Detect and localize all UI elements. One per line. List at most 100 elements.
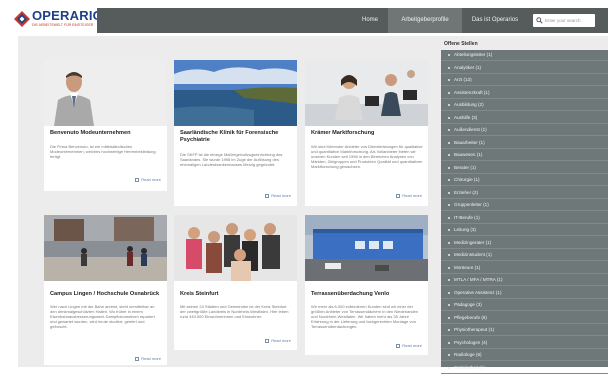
bullet-icon — [448, 129, 450, 131]
employer-card[interactable]: Terrassenüberdachung Venlo Wir mehr als … — [305, 215, 428, 355]
bullet-icon — [448, 104, 450, 106]
document-icon — [135, 177, 140, 182]
job-category-item[interactable]: Leitung (3) — [441, 225, 608, 236]
bullet-icon — [448, 216, 450, 219]
job-category-item[interactable]: Bauarbeiter (1) — [441, 138, 608, 149]
lake-landscape-image — [174, 60, 297, 126]
nav-arbeitgeberprofile[interactable]: Arbeitgeberprofile — [388, 8, 462, 33]
blue-building-image — [305, 215, 428, 281]
job-category-label: Monteure (1) — [454, 264, 481, 270]
open-positions-sidebar: Offene Stellen Abteilungsleiter (1) Analy… — [441, 36, 608, 374]
search-box[interactable] — [533, 14, 595, 27]
bullet-icon — [448, 229, 450, 231]
employer-card[interactable]: Benvenuto Modeunternehmen Die Firma Benv… — [44, 60, 167, 191]
employer-card[interactable]: Campus Lingen / Hochschule Osnabrück Wer… — [44, 215, 167, 365]
logo-diamond-icon — [14, 11, 30, 27]
card-title[interactable]: Kreis Steinfurt — [180, 291, 292, 298]
job-category-item[interactable]: Pädagoge (3) — [441, 300, 608, 311]
job-category-item[interactable]: Operative Assistenz (1) — [441, 288, 608, 299]
document-icon — [396, 343, 401, 348]
card-description: Mit seinen 24 Städten und Gemeinden ist … — [180, 304, 289, 319]
read-more-link[interactable]: Read more — [265, 193, 291, 198]
card-title[interactable]: Krämer Marktforschung — [311, 130, 423, 137]
logo-subtitle: DIE ARBEITSWELT FÜR EINSTEIGER — [32, 23, 94, 27]
job-category-label: Medizinstudent (1) — [454, 252, 492, 257]
job-category-label: Psychologen (4) — [454, 339, 488, 345]
job-category-item[interactable]: Pflegeberufe (6) — [441, 313, 608, 324]
read-more-link[interactable]: Read more — [396, 343, 422, 348]
job-category-label: Analytiker (1) — [454, 64, 482, 70]
job-category-item[interactable]: MTLA / MFA / MTRA (1) — [441, 275, 608, 286]
bullet-icon — [448, 116, 450, 119]
job-category-label: Ausbildung (2) — [454, 102, 484, 107]
job-category-item[interactable]: Medizinstudent (1) — [441, 250, 608, 261]
portrait-man-image — [44, 60, 167, 126]
job-category-label: Chirurgie (1) — [454, 177, 480, 182]
card-description: Die SKFP ist die einzige Maßregelvollzug… — [180, 152, 283, 167]
bullet-icon — [448, 341, 450, 344]
job-category-item[interactable]: Physiotherapeut (1) — [441, 325, 608, 336]
job-category-label: Aushilfe (3) — [454, 114, 478, 120]
job-category-item[interactable]: Sozialarbeit (1) — [441, 363, 608, 374]
card-title[interactable]: Saarländische Klinik für Forensische Psy… — [180, 130, 292, 144]
employer-card[interactable]: Kreis Steinfurt Mit seinen 24 Städten un… — [174, 215, 297, 350]
job-category-item[interactable]: Chirurgie (1) — [441, 175, 608, 186]
job-category-item[interactable]: Radiologe (6) — [441, 350, 608, 361]
bullet-icon — [448, 279, 450, 281]
read-more-link[interactable]: Read more — [135, 356, 161, 361]
bullet-icon — [448, 241, 450, 244]
document-icon — [396, 193, 401, 198]
job-category-item[interactable]: Gruppenleiter (1) — [441, 200, 608, 211]
job-category-item[interactable]: Bauwesen (1) — [441, 150, 608, 161]
document-icon — [265, 338, 270, 343]
bullet-icon — [448, 254, 450, 256]
search-input[interactable] — [545, 15, 593, 26]
job-category-label: Physiotherapeut (1) — [454, 327, 495, 332]
card-title[interactable]: Terrassenüberdachung Venlo — [311, 291, 423, 298]
campus-square-image — [44, 215, 167, 281]
search-icon — [536, 17, 543, 24]
job-category-item[interactable]: Monteure (1) — [441, 263, 608, 274]
job-category-item[interactable]: Arzt (13) — [441, 75, 608, 86]
job-category-item[interactable]: Medizingerater (1) — [441, 238, 608, 249]
job-category-item[interactable]: Außendienst (1) — [441, 125, 608, 136]
nav-das-ist-operarios[interactable]: Das ist Operarios — [462, 8, 528, 33]
job-category-item[interactable]: Berater (1) — [441, 163, 608, 174]
card-title[interactable]: Campus Lingen / Hochschule Osnabrück — [50, 291, 162, 298]
job-category-item[interactable]: Ausbildung (2) — [441, 100, 608, 111]
job-category-label: Außendienst (1) — [454, 127, 487, 132]
job-category-item[interactable]: Psychologen (4) — [441, 338, 608, 349]
job-category-label: Berater (1) — [454, 164, 476, 170]
job-category-label: Medizingerater (1) — [454, 239, 492, 245]
job-category-item[interactable]: Assistenzkraft (1) — [441, 88, 608, 99]
card-title[interactable]: Benvenuto Modeunternehmen — [50, 130, 162, 137]
bullet-icon — [448, 266, 450, 269]
job-category-item[interactable]: Analytiker (1) — [441, 63, 608, 74]
job-category-label: Bauarbeiter (1) — [454, 139, 485, 145]
bullet-icon — [448, 141, 450, 144]
employer-card[interactable]: Saarländische Klinik für Forensische Psy… — [174, 60, 297, 206]
job-category-label: Gruppenleiter (1) — [454, 202, 489, 207]
card-image-building — [305, 215, 428, 281]
read-more-link[interactable]: Read more — [396, 193, 422, 198]
job-category-label: Bauwesen (1) — [454, 152, 483, 157]
job-category-item[interactable]: Aushilfe (3) — [441, 113, 608, 124]
call-center-image — [305, 60, 428, 126]
read-more-link[interactable]: Read more — [135, 177, 161, 182]
job-category-label: Leitung (3) — [454, 227, 476, 232]
job-category-item[interactable]: Abteilungsleiter (1) — [441, 50, 608, 61]
nav-home[interactable]: Home — [352, 8, 388, 33]
job-category-label: Radiologe (6) — [454, 352, 482, 357]
read-more-link[interactable]: Read more — [265, 338, 291, 343]
bullet-icon — [448, 354, 450, 356]
bullet-icon — [448, 329, 450, 331]
employer-card[interactable]: Krämer Marktforschung Wir sind führender… — [305, 60, 428, 206]
bullet-icon — [448, 191, 450, 194]
sidebar-title: Offene Stellen — [444, 41, 478, 47]
bullet-icon — [448, 304, 450, 306]
job-category-item[interactable]: IT-Berufe (1) — [441, 213, 608, 224]
operarios-logo[interactable]: OPERARIOS DIE ARBEITSWELT FÜR EINSTEIGER — [14, 9, 112, 31]
job-category-label: Sozialarbeit (1) — [454, 364, 485, 370]
card-image-lake — [174, 60, 297, 126]
job-category-item[interactable]: Erzieher (2) — [441, 188, 608, 199]
